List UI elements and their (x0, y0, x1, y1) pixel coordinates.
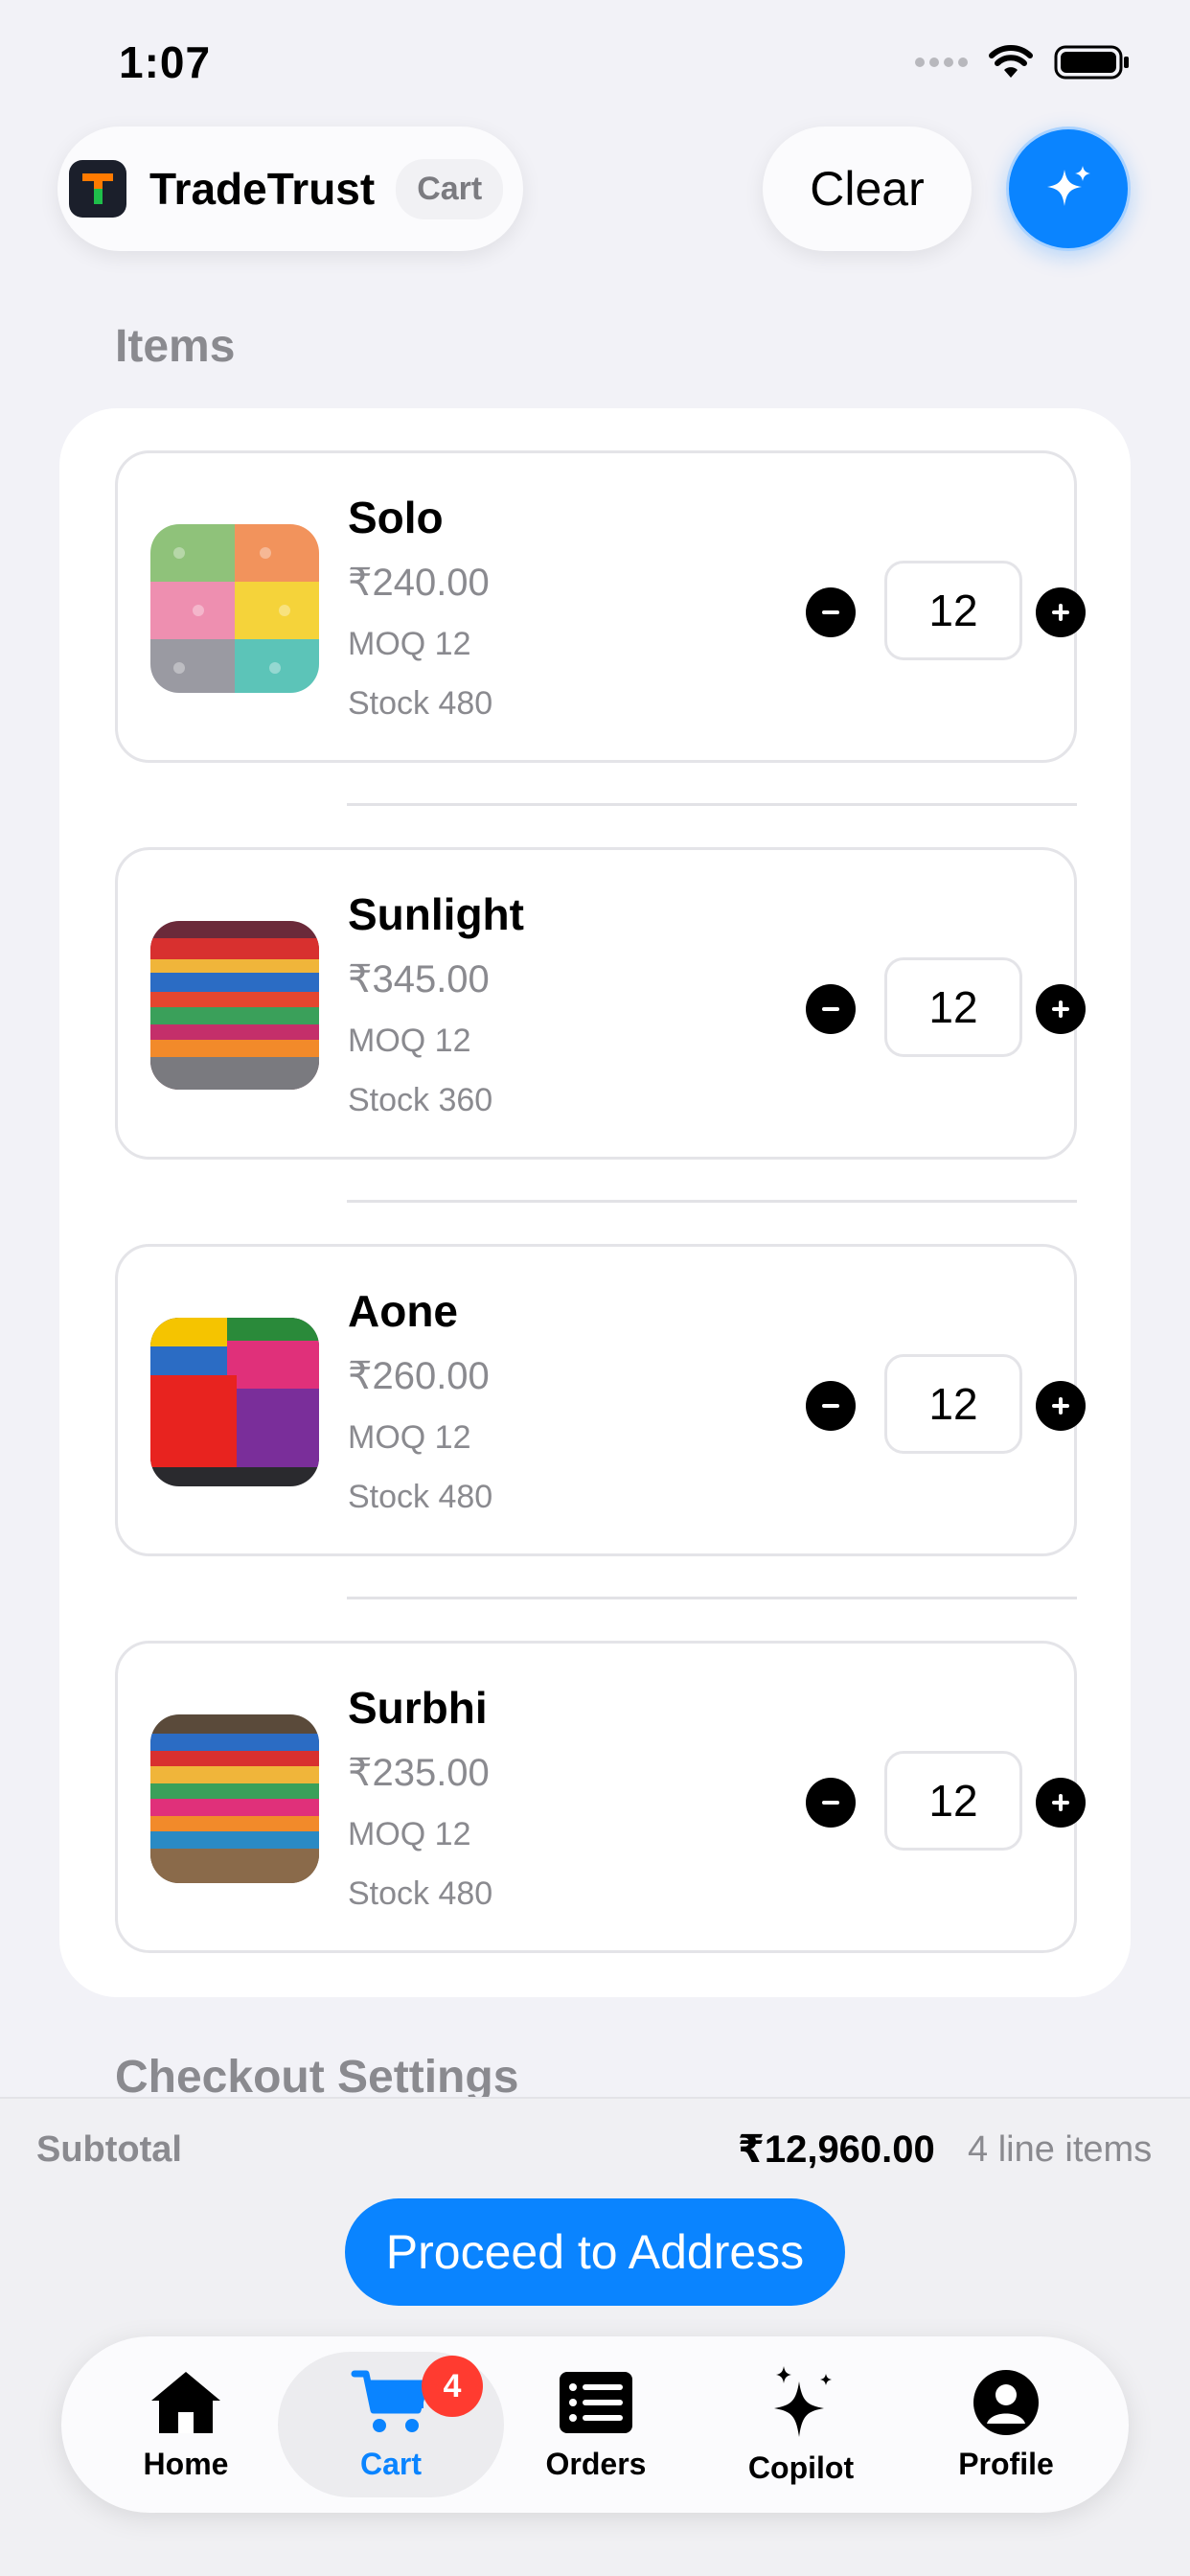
minus-icon (822, 610, 839, 614)
brand-name: TradeTrust (149, 164, 376, 214)
subtotal-label: Subtotal (36, 2129, 182, 2170)
item-moq: MOQ 12 (348, 1419, 471, 1456)
quantity-field[interactable]: 12 (884, 561, 1022, 660)
cart-item-card[interactable]: Surbhi ₹235.00 MOQ 12 Stock 480 12 (115, 1641, 1086, 1953)
item-name: Solo (348, 493, 444, 542)
battery-icon (1054, 45, 1129, 80)
tab-orders[interactable]: Orders (491, 2336, 701, 2513)
cellular-signal-icon (915, 58, 968, 67)
decrease-quantity-button[interactable] (806, 587, 856, 637)
sparkles-icon (1047, 166, 1090, 206)
product-image (150, 921, 319, 1090)
product-image (150, 1318, 319, 1486)
sparkles-icon (774, 2365, 832, 2437)
item-stock: Stock 480 (348, 1479, 493, 1515)
tab-label: Copilot (747, 2450, 855, 2485)
person-icon (973, 2369, 1039, 2435)
status-bar: 1:07 (0, 0, 1190, 125)
decrease-quantity-button[interactable] (806, 1381, 856, 1431)
item-stock: Stock 480 (348, 1875, 493, 1912)
list-icon (560, 2371, 632, 2433)
item-divider (347, 1597, 1077, 1599)
item-price: ₹260.00 (348, 1355, 490, 1397)
items-section-title: Items (115, 321, 236, 372)
subtotal-value: ₹12,960.00 (738, 2128, 935, 2171)
increase-quantity-button[interactable] (1036, 984, 1086, 1034)
status-icons (915, 44, 1131, 80)
plus-icon (1052, 1397, 1069, 1414)
item-name: Surbhi (348, 1683, 488, 1733)
tradetrust-logo (69, 160, 126, 218)
tab-label: Profile (958, 2446, 1054, 2481)
ai-assistant-button[interactable] (1006, 126, 1131, 251)
cart-item-card[interactable]: Solo ₹240.00 MOQ 12 Stock 480 12 (115, 450, 1086, 763)
checkout-settings-title: Checkout Settings (115, 2052, 519, 2103)
tab-bar: Home Cart 4 Orders Copilot Profile (61, 2336, 1129, 2513)
item-name: Aone (348, 1286, 458, 1336)
item-divider (347, 1200, 1077, 1203)
item-price: ₹345.00 (348, 958, 490, 1000)
minus-icon (822, 1801, 839, 1805)
product-image (150, 1714, 319, 1883)
tab-profile[interactable]: Profile (901, 2336, 1111, 2513)
tab-label: Home (143, 2446, 229, 2481)
product-image (150, 524, 319, 693)
tab-copilot[interactable]: Copilot (696, 2336, 906, 2513)
minus-icon (822, 1404, 839, 1408)
item-divider (347, 803, 1077, 806)
clear-button[interactable]: Clear (763, 126, 972, 251)
line-items-count: 4 line items (968, 2129, 1153, 2170)
house-icon (151, 2371, 220, 2433)
item-moq: MOQ 12 (348, 1816, 471, 1852)
item-price: ₹240.00 (348, 562, 490, 604)
cart-count-badge: 4 (422, 2356, 483, 2417)
plus-icon (1052, 1000, 1069, 1018)
increase-quantity-button[interactable] (1036, 1778, 1086, 1828)
tab-label: Orders (545, 2446, 647, 2481)
item-moq: MOQ 12 (348, 1023, 471, 1059)
brand-pill[interactable]: TradeTrust Cart (57, 126, 523, 251)
item-stock: Stock 480 (348, 685, 493, 722)
quantity-field[interactable]: 12 (884, 1751, 1022, 1851)
increase-quantity-button[interactable] (1036, 1381, 1086, 1431)
increase-quantity-button[interactable] (1036, 587, 1086, 637)
context-chip: Cart (396, 158, 504, 219)
cart-icon (351, 2370, 429, 2432)
status-time: 1:07 (119, 37, 212, 87)
plus-icon (1052, 604, 1069, 621)
cart-item-card[interactable]: Sunlight ₹345.00 MOQ 12 Stock 360 12 (115, 847, 1086, 1160)
wifi-icon (989, 45, 1033, 78)
cart-item-card[interactable]: Aone ₹260.00 MOQ 12 Stock 480 12 (115, 1244, 1086, 1556)
decrease-quantity-button[interactable] (806, 1778, 856, 1828)
item-stock: Stock 360 (348, 1082, 493, 1118)
plus-icon (1052, 1794, 1069, 1811)
proceed-to-address-button[interactable]: Proceed to Address (345, 2198, 845, 2306)
tab-label: Cart (359, 2446, 422, 2481)
item-moq: MOQ 12 (348, 626, 471, 662)
item-price: ₹235.00 (348, 1752, 490, 1794)
tab-home[interactable]: Home (80, 2336, 291, 2513)
quantity-field[interactable]: 12 (884, 957, 1022, 1057)
minus-icon (822, 1007, 839, 1011)
items-panel: Solo ₹240.00 MOQ 12 Stock 480 12 Sunligh… (59, 408, 1131, 1997)
item-name: Sunlight (348, 889, 524, 939)
decrease-quantity-button[interactable] (806, 984, 856, 1034)
quantity-field[interactable]: 12 (884, 1354, 1022, 1454)
